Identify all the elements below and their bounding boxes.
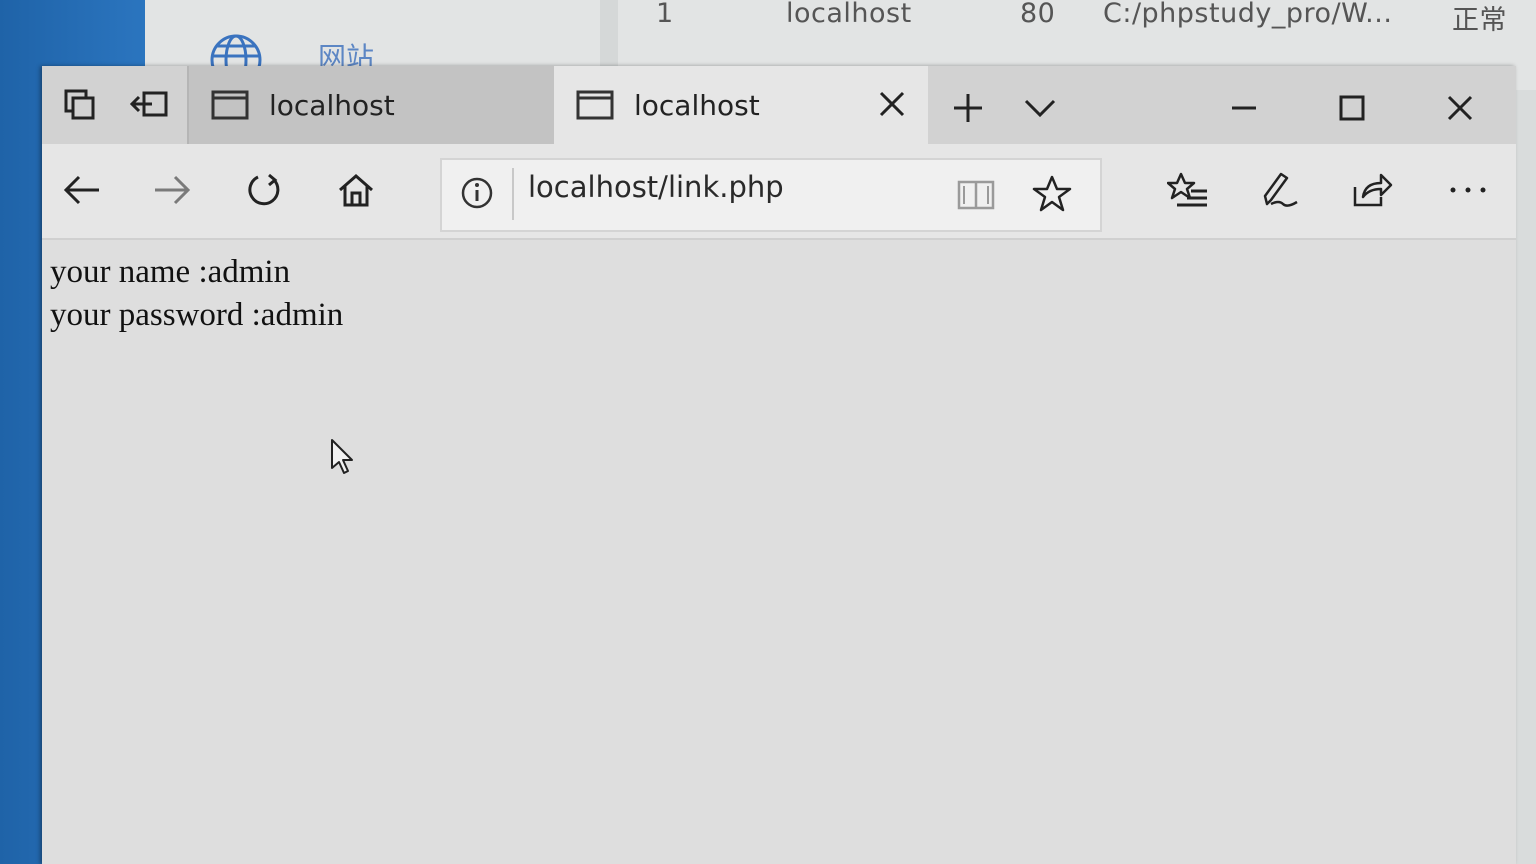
tab-localhost-2[interactable]: localhost <box>554 66 928 144</box>
star-icon <box>1032 175 1072 212</box>
chevron-down-icon <box>1024 99 1056 118</box>
minimize-icon <box>1232 106 1256 110</box>
close-window-button[interactable] <box>1438 86 1482 130</box>
reading-view-button[interactable] <box>956 178 996 216</box>
site-index: 1 <box>656 0 674 29</box>
page-icon <box>211 90 249 120</box>
tab-label: localhost <box>269 88 395 122</box>
pen-icon <box>1263 172 1298 207</box>
maximize-icon <box>1339 95 1365 121</box>
add-favorite-button[interactable] <box>1032 174 1072 218</box>
book-icon <box>957 180 995 210</box>
more-icon <box>1450 187 1486 193</box>
mouse-cursor-icon <box>331 439 353 474</box>
page-content: your name :admin your password :admin <box>42 240 1516 864</box>
page-icon <box>576 90 614 120</box>
restore-tabs-button[interactable] <box>122 80 178 130</box>
arrow-right-icon <box>155 175 191 205</box>
forward-button[interactable] <box>146 166 198 214</box>
address-bar[interactable]: localhost/link.php <box>440 158 1102 232</box>
name-line: your name :admin <box>50 254 291 290</box>
browser-window: localhost localhost localhost/link.php y… <box>42 66 1516 864</box>
new-tab-button[interactable] <box>946 86 990 130</box>
tabs-aside-button[interactable] <box>52 80 108 130</box>
share-icon <box>1353 173 1393 207</box>
tabs-aside-icon <box>64 89 95 120</box>
navigation-bar: localhost/link.php <box>42 144 1516 240</box>
plus-icon <box>954 94 982 122</box>
favorites-list-icon <box>1167 172 1207 207</box>
tab-label: localhost <box>634 88 760 122</box>
favorites-hub-button[interactable] <box>1162 166 1214 214</box>
password-line: your password :admin <box>50 297 344 333</box>
site-status: 正常 <box>1452 5 1507 36</box>
back-button[interactable] <box>56 166 108 214</box>
url-field[interactable]: localhost/link.php <box>528 170 784 204</box>
share-button[interactable] <box>1346 166 1398 214</box>
tab-list-button[interactable] <box>1018 86 1062 130</box>
site-host: localhost <box>786 0 912 29</box>
maximize-button[interactable] <box>1330 86 1374 130</box>
info-icon <box>461 177 493 209</box>
refresh-icon <box>248 173 280 206</box>
address-divider <box>512 168 514 220</box>
tab-localhost-1[interactable]: localhost <box>187 66 554 144</box>
arrow-left-icon <box>63 175 99 205</box>
home-button[interactable] <box>330 166 382 214</box>
refresh-button[interactable] <box>238 166 290 214</box>
minimize-button[interactable] <box>1222 86 1266 130</box>
restore-tabs-icon <box>130 91 168 117</box>
more-button[interactable] <box>1442 166 1494 214</box>
panel-divider <box>600 0 618 70</box>
site-info-button[interactable] <box>460 176 494 214</box>
site-port: 80 <box>1020 0 1056 29</box>
title-bar: localhost localhost <box>42 66 1516 144</box>
tab-close-button[interactable] <box>874 86 910 122</box>
close-icon <box>1447 95 1473 121</box>
home-icon <box>339 174 373 207</box>
close-icon <box>879 91 905 117</box>
site-path: C:/phpstudy_pro/W... <box>1103 0 1393 29</box>
notes-button[interactable] <box>1252 166 1304 214</box>
